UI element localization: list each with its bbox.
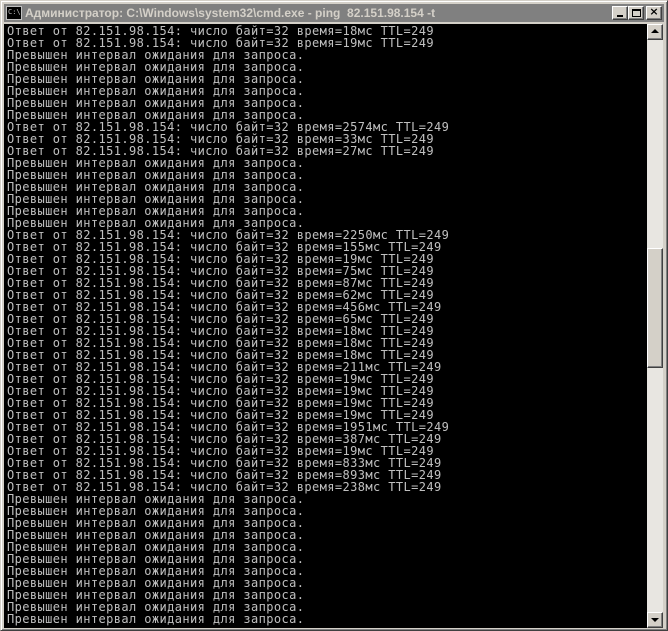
scroll-up-button[interactable] [647, 24, 663, 40]
console-window: C:\ Администратор: C:\Windows\system32\c… [0, 0, 668, 631]
cmd-icon-text: C:\ [8, 8, 21, 16]
close-button[interactable]: × [646, 6, 662, 20]
console-line: Превышен интервал ожидания для запроса. [7, 612, 305, 626]
title-bar[interactable]: C:\ Администратор: C:\Windows\system32\c… [4, 4, 664, 22]
minimize-button[interactable] [612, 6, 628, 20]
window-title: Администратор: C:\Windows\system32\cmd.e… [25, 6, 436, 20]
console-lines: Ответ от 82.151.98.154: число байт=32 вр… [7, 25, 449, 625]
console-output-area[interactable]: Ответ от 82.151.98.154: число байт=32 вр… [4, 24, 647, 628]
scroll-down-button[interactable] [647, 612, 663, 628]
scroll-up-arrow-icon [651, 29, 659, 33]
scrollbar-thumb[interactable] [647, 248, 663, 368]
close-icon: × [649, 5, 659, 18]
maximize-button[interactable] [628, 6, 644, 20]
maximize-icon [632, 9, 641, 17]
cmd-icon[interactable]: C:\ [6, 6, 22, 20]
vertical-scrollbar[interactable] [647, 24, 663, 628]
scroll-down-arrow-icon [651, 618, 659, 622]
minimize-icon [617, 15, 623, 17]
